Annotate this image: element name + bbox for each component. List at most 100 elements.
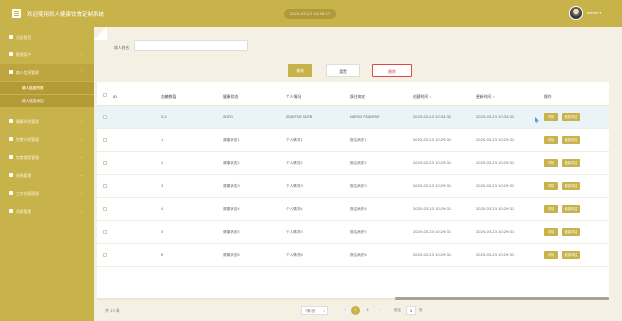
menu-toggle-icon[interactable] — [12, 9, 21, 18]
sidebar-item-patients[interactable]: 病人信息管理 ⌃ — [0, 64, 94, 81]
sidebar-item-label: 系统管理 — [16, 173, 32, 178]
cell-history: 既往病史1 — [350, 138, 367, 142]
detail-button[interactable]: 详情 — [544, 113, 558, 121]
column-header-updated[interactable]: 更新时间⇅ — [476, 94, 495, 100]
table-row[interactable]: 4 健康状态4 个人情况4 既往病史4 2025-03-23 10:29:31 … — [97, 198, 609, 221]
page-size-select[interactable]: 7条/页 ▾ — [301, 306, 328, 315]
cell-personal: 个人情况1 — [286, 138, 303, 142]
table-row[interactable]: 5 健康状态5 个人情况5 既往病史5 2025-03-23 10:29:31 … — [97, 221, 609, 244]
sidebar-subitem-label: 病人信息列表 — [22, 86, 44, 90]
row-checkbox[interactable] — [103, 253, 107, 257]
cell-status: 健康状态6 — [223, 253, 240, 257]
table-row[interactable]: 1 健康状态1 个人情况1 既往病史1 2025-03-23 10:29:31 … — [97, 129, 609, 152]
cell-created: 2025-03-23 10:29:31 — [413, 184, 452, 188]
table-row[interactable]: 6 健康状态6 个人情况6 既往病史6 2025-03-23 10:29:31 … — [97, 244, 609, 267]
avatar[interactable] — [569, 6, 583, 20]
row-checkbox[interactable] — [103, 161, 107, 165]
goto-unit: 页 — [419, 308, 423, 312]
chevron-down-icon: ⌄ — [80, 51, 84, 56]
column-header-history[interactable]: 既往病史 — [350, 94, 365, 100]
detail-button[interactable]: 详情 — [544, 182, 558, 190]
evaluate-button[interactable]: 健康评估 — [562, 205, 580, 213]
sidebar-item-workbench[interactable]: 工作台管理理 ⌄ — [0, 185, 94, 202]
sidebar-item-label: 影视用户 — [16, 52, 32, 57]
row-checkbox[interactable] — [103, 115, 107, 119]
detail-button[interactable]: 详情 — [544, 228, 558, 236]
gear-icon — [9, 173, 13, 177]
cell-created: 2025-03-23 10:29:31 — [413, 230, 452, 234]
sidebar-subitem-patient-list[interactable]: 病人信息列表 — [0, 82, 94, 94]
table-row[interactable]: 5.2 SDFD SDJKFSD SDFB NKFSD FSDNFKE 2025… — [97, 106, 609, 129]
sidebar-item-label: 健康评估管理 — [16, 119, 39, 124]
sidebar-item-users[interactable]: 影视用户 ⌄ — [0, 46, 94, 63]
column-header-personal[interactable]: 个人情况 — [286, 94, 301, 100]
column-header-created[interactable]: 创建时间⇅ — [413, 94, 432, 100]
cell-status: 健康状态4 — [223, 207, 240, 211]
row-checkbox[interactable] — [103, 230, 107, 234]
app-title: 欢迎使用凯人健康饮食定制系统 — [27, 12, 105, 18]
cell-updated: 2025-03-23 10:29:31 — [476, 230, 515, 234]
sidebar-item-diet-search[interactable]: 饮食搜索管理 ⌄ — [0, 149, 94, 166]
sidebar-item-health[interactable]: 健康评估管理 ⌄ — [0, 113, 94, 130]
grid-icon — [9, 155, 13, 159]
column-header-actions: 操作 — [544, 94, 552, 99]
sidebar-item-system[interactable]: 系统管理 ⌄ — [0, 167, 94, 184]
page-button-1[interactable]: 1 — [351, 306, 360, 315]
cell-history: 既往病史4 — [350, 207, 367, 211]
column-header-sugar[interactable]: 血糖数值 — [161, 94, 176, 100]
detail-button[interactable]: 详情 — [544, 136, 558, 144]
row-checkbox[interactable] — [103, 138, 107, 142]
search-input[interactable] — [134, 40, 248, 51]
chevron-down-icon: ⌄ — [80, 154, 84, 159]
evaluate-button[interactable]: 健康评估 — [562, 136, 580, 144]
search-label: 病人姓名 — [114, 45, 130, 50]
cell-updated: 2025-03-23 10:29:31 — [476, 184, 515, 188]
home-icon — [9, 35, 13, 39]
row-checkbox[interactable] — [103, 184, 107, 188]
reset-button[interactable]: 重置 — [326, 64, 360, 77]
sidebar-item-diet-category[interactable]: 饮食分类管理 ⌄ — [0, 131, 94, 148]
delete-button[interactable]: 删除 — [372, 64, 412, 77]
cell-sugar: 2 — [161, 161, 164, 165]
cell-personal: 个人情况6 — [286, 253, 303, 257]
sidebar-subitem-patient-add[interactable]: 病人信息添加 — [0, 95, 94, 107]
cell-sugar: 3 — [161, 184, 164, 188]
user-name: admin — [587, 11, 599, 15]
search-button[interactable]: 查询 — [288, 64, 312, 77]
user-menu[interactable]: admin ▾ — [587, 11, 601, 15]
sidebar-item-messages[interactable]: 消息管理 ⌄ — [0, 203, 94, 220]
table-row[interactable]: 2 健康状态2 个人情况2 既往病史2 2025-03-23 10:29:31 … — [97, 152, 609, 175]
evaluate-button[interactable]: 健康评估 — [562, 159, 580, 167]
sidebar: 功员首页 影视用户 ⌄ 病人信息管理 ⌃ 病人信息列表 病人信息添加 健康评估管… — [0, 27, 94, 321]
detail-button[interactable]: 详情 — [544, 159, 558, 167]
select-all-checkbox[interactable] — [103, 93, 107, 97]
next-page-button[interactable]: › — [376, 306, 384, 314]
cell-personal: 个人情况5 — [286, 230, 303, 234]
column-header-status[interactable]: 健康状态 — [223, 94, 238, 100]
page-button-2[interactable]: 2 — [363, 306, 372, 315]
sort-icon[interactable]: ⇅ — [492, 95, 495, 99]
cell-status: 健康状态3 — [223, 184, 240, 188]
chevron-down-icon: ⌄ — [80, 190, 84, 195]
evaluate-button[interactable]: 健康评估 — [562, 251, 580, 259]
main-content: 病人姓名 查询 重置 删除 ID 血糖数值 健康状态 个人情况 既往病史 创建时… — [94, 27, 622, 321]
evaluate-button[interactable]: 健康评估 — [562, 113, 580, 121]
cell-status: SDFD — [223, 115, 233, 119]
detail-button[interactable]: 详情 — [544, 205, 558, 213]
cell-status: 健康状态2 — [223, 161, 240, 165]
sidebar-item-label: 饮食分类管理 — [16, 137, 39, 142]
detail-button[interactable]: 详情 — [544, 251, 558, 259]
prev-page-button[interactable]: ‹ — [341, 306, 349, 314]
evaluate-button[interactable]: 健康评估 — [562, 228, 580, 236]
row-checkbox[interactable] — [103, 207, 107, 211]
sidebar-item-label: 病人信息管理 — [16, 70, 39, 75]
sidebar-item-home[interactable]: 功员首页 — [0, 29, 94, 46]
grid-icon — [9, 137, 13, 141]
goto-page-input[interactable] — [406, 306, 416, 315]
chevron-down-icon: ⌄ — [80, 118, 84, 123]
table-row[interactable]: 3 健康状态3 个人情况3 既往病史3 2025-03-23 10:29:31 … — [97, 175, 609, 198]
sort-icon[interactable]: ⇅ — [429, 95, 432, 99]
column-header-id[interactable]: ID — [113, 94, 117, 99]
evaluate-button[interactable]: 健康评估 — [562, 182, 580, 190]
cell-updated: 2025-03-23 10:34:32 — [476, 115, 515, 119]
